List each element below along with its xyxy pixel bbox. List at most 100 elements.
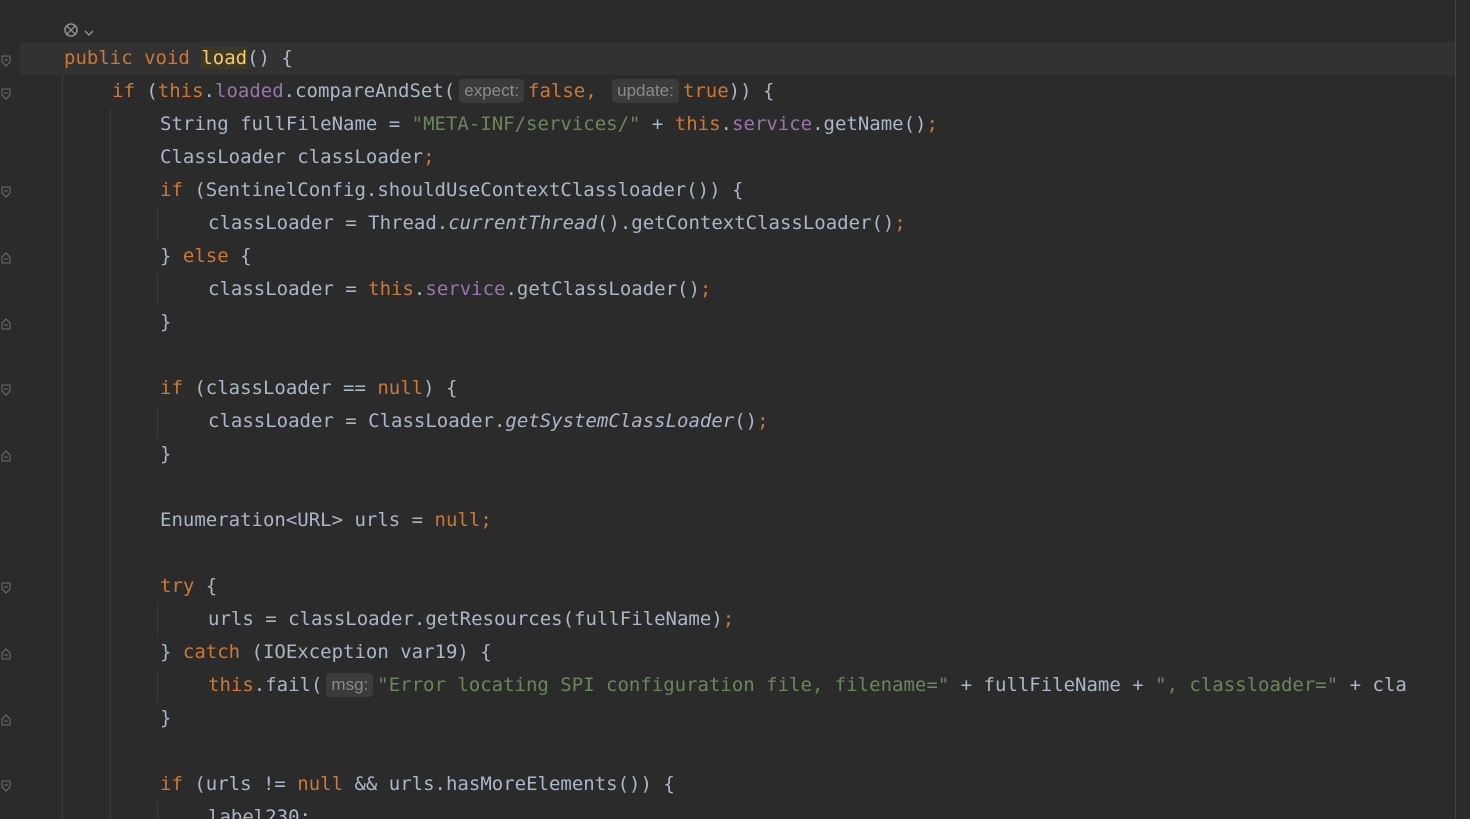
code-text: + fullFileName + (949, 674, 1156, 696)
code-text: } (160, 245, 183, 267)
code-line-10[interactable]: if (classLoader == null) { (160, 372, 457, 405)
keyword: try (160, 575, 195, 597)
code-line-13[interactable]: Enumeration<URL> urls = null; (160, 504, 492, 537)
semicolon: ; (894, 212, 906, 234)
code-text: classLoader = (208, 278, 369, 300)
chevron-down-icon[interactable] (84, 23, 94, 42)
code-line-17[interactable]: this.fail(msg: "Error locating SPI config… (208, 669, 1407, 702)
code-text: (IOException var19) { (240, 641, 492, 663)
code-text: )) { (728, 80, 775, 102)
keyword: public (64, 47, 133, 69)
code-line-18[interactable]: } (160, 702, 171, 735)
field-ref: loaded (215, 80, 284, 102)
code-line-8[interactable]: classLoader = this.service.getClassLoade… (208, 273, 711, 306)
string-literal: ", classloader=" (1155, 674, 1339, 696)
keyword: this (208, 674, 254, 696)
code-text: classLoader = ClassLoader. (208, 410, 506, 432)
code-line-3[interactable]: String fullFileName = "META-INF/services… (160, 108, 938, 141)
keyword: if (112, 80, 135, 102)
code-text: () (734, 410, 758, 432)
method-name[interactable]: load (201, 47, 248, 69)
semicolon: ; (926, 113, 938, 135)
code-text: (classLoader == (182, 377, 378, 399)
keyword: void (144, 47, 190, 69)
code-line-19[interactable]: if (urls != null && urls.hasMoreElements… (160, 768, 675, 801)
fold-marker-icon[interactable] (1, 384, 11, 396)
code-text: (SentinelConfig.shouldUseContextClassloa… (182, 179, 744, 201)
string-literal: "Error locating SPI configuration file, … (377, 674, 950, 696)
indent-guide (157, 405, 158, 438)
fold-end-marker-icon[interactable] (1, 714, 11, 726)
code-text: classLoader = Thread. (208, 212, 449, 234)
code-line-9[interactable]: } (160, 306, 171, 339)
code-line-7[interactable]: } else { (160, 240, 252, 273)
static-method-call: getSystemClassLoader (505, 410, 735, 432)
semicolon: ; (757, 410, 769, 432)
field-ref: service (732, 113, 813, 135)
code-text: } (160, 443, 172, 465)
code-text: } (160, 707, 172, 729)
fold-marker-icon[interactable] (1, 186, 11, 198)
code-text: urls = classLoader.getResources(fullFile… (208, 608, 723, 630)
code-line-20[interactable]: label230: (208, 801, 311, 819)
code-line-16[interactable]: } catch (IOException var19) { (160, 636, 492, 669)
code-text: .compareAndSet( (283, 80, 456, 102)
indent-guide (62, 75, 63, 819)
ai-assistant-toolbar[interactable] (62, 20, 94, 44)
code-line-2[interactable]: if (this.loaded.compareAndSet(expect: fal… (112, 75, 774, 108)
code-line-6[interactable]: classLoader = Thread.currentThread().get… (208, 207, 906, 240)
fold-end-marker-icon[interactable] (1, 318, 11, 330)
code-text: + (640, 113, 675, 135)
indent-guide (157, 669, 158, 702)
code-text: . (203, 80, 215, 102)
code-text: + cla (1338, 674, 1407, 696)
code-text: label230: (208, 806, 311, 819)
code-line-5[interactable]: if (SentinelConfig.shouldUseContextClass… (160, 174, 743, 207)
fold-marker-icon[interactable] (1, 88, 11, 100)
keyword: if (160, 773, 183, 795)
semicolon: ; (699, 278, 712, 300)
keyword: true (682, 80, 729, 102)
fold-end-marker-icon[interactable] (1, 450, 11, 462)
indent-guide (157, 273, 158, 306)
fold-marker-icon[interactable] (1, 582, 11, 594)
keyword: null (297, 773, 344, 795)
fold-marker-icon[interactable] (1, 55, 11, 67)
keyword: this (368, 278, 414, 300)
code-text: .getClassLoader() (505, 278, 700, 300)
keyword: null (377, 377, 424, 399)
static-method-call: currentThread (448, 212, 597, 234)
code-line-15[interactable]: urls = classLoader.getResources(fullFile… (208, 603, 734, 636)
code-line-12[interactable]: } (160, 438, 171, 471)
ai-assistant-icon[interactable] (62, 20, 82, 44)
code-text: . (413, 278, 426, 300)
code-line-11[interactable]: classLoader = ClassLoader.getSystemClass… (208, 405, 769, 438)
keyword: catch (182, 641, 241, 663)
code-text: .getName() (812, 113, 927, 135)
semicolon: ; (423, 146, 435, 168)
keyword: null (434, 509, 481, 531)
code-line-14[interactable]: try { (160, 570, 217, 603)
code-text: String fullFileName = (160, 113, 412, 135)
keyword: false, (528, 80, 597, 102)
code-text: ClassLoader classLoader (160, 146, 424, 168)
code-text: .fail( (253, 674, 323, 696)
indent-guide (157, 801, 158, 819)
fold-marker-icon[interactable] (1, 780, 11, 792)
code-text: ) { (423, 377, 458, 399)
indent-guide (157, 603, 158, 636)
semicolon: ; (722, 608, 735, 630)
code-text: (urls != (182, 773, 298, 795)
semicolon: ; (480, 509, 492, 531)
keyword: else (182, 245, 229, 267)
code-line-1[interactable]: public void load() { (64, 42, 293, 75)
keyword: if (160, 377, 183, 399)
fold-end-marker-icon[interactable] (1, 648, 11, 660)
indent-guide (110, 108, 111, 819)
string-literal: "META-INF/services/" (411, 113, 641, 135)
code-line-4[interactable]: ClassLoader classLoader; (160, 141, 435, 174)
keyword: if (160, 179, 183, 201)
fold-end-marker-icon[interactable] (1, 252, 11, 264)
keyword: this (157, 80, 204, 102)
code-text: } (160, 641, 183, 663)
